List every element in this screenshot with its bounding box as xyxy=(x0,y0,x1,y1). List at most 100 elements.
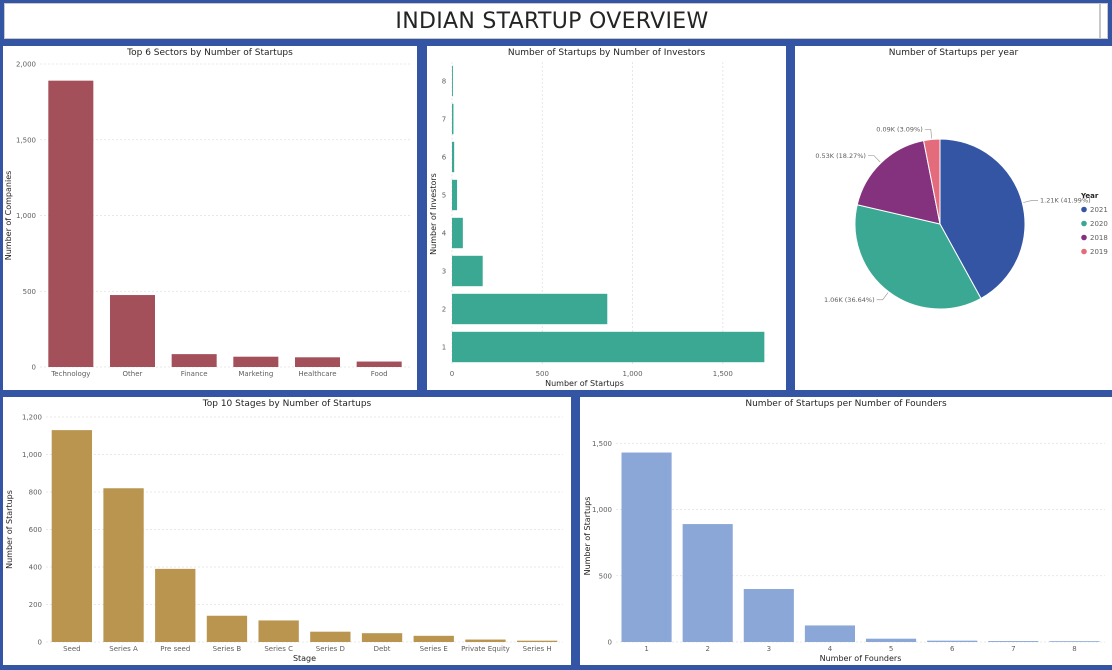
founders-chart-panel[interactable]: Number of Startups per Number of Founder… xyxy=(580,397,1112,665)
legend-entry: 2021 xyxy=(1090,206,1108,214)
y-axis-label: Number of Investors xyxy=(429,173,438,255)
x-tick-label: 1 xyxy=(644,645,648,653)
x-tick-label: Seed xyxy=(63,645,81,653)
dashboard-title-bar: INDIAN STARTUP OVERVIEW xyxy=(4,3,1100,39)
y-axis-label: Number of Companies xyxy=(4,171,13,261)
x-tick-label: Healthcare xyxy=(298,370,336,378)
bar-food xyxy=(356,361,402,367)
bar-debt xyxy=(361,633,403,642)
title-scrollbar[interactable] xyxy=(1100,3,1108,39)
bar-investors-3 xyxy=(452,255,483,287)
y-tick-label: 400 xyxy=(29,564,42,572)
y-tick-label: 1,500 xyxy=(16,136,36,144)
years-chart-panel[interactable]: Number of Startups per year 1.21K (41.99%… xyxy=(795,46,1112,390)
investors-chart: Number of Startups by Number of Investor… xyxy=(429,48,765,388)
x-tick-label: Series A xyxy=(109,645,138,653)
x-tick-label: 2 xyxy=(705,645,709,653)
bar-series-b xyxy=(206,615,248,642)
y-tick-label: 800 xyxy=(29,489,42,497)
y-tick-label: 500 xyxy=(599,572,612,580)
x-tick-label: Pre seed xyxy=(160,645,190,653)
y-tick-label: 7 xyxy=(442,116,446,124)
y-tick-label: 8 xyxy=(442,78,446,86)
x-tick-label: 6 xyxy=(950,645,955,653)
x-tick-label: 8 xyxy=(1072,645,1076,653)
bar-3 xyxy=(743,589,794,642)
x-tick-label: 1,000 xyxy=(623,370,643,378)
legend-title: Year xyxy=(1080,192,1099,200)
bar-series-e xyxy=(413,635,454,642)
bar-technology xyxy=(48,80,94,367)
bar-investors-6 xyxy=(452,141,455,173)
chart-title: Top 10 Stages by Number of Startups xyxy=(202,399,372,409)
sectors-chart: Top 6 Sectors by Number of Startups 0 500 1… xyxy=(4,48,410,378)
bar-investors-8 xyxy=(452,65,453,97)
y-tick-label: 1,000 xyxy=(22,451,42,459)
legend-entry: 2019 xyxy=(1090,248,1108,256)
pie-data-label: 0.09K (3.09%) xyxy=(876,126,923,134)
bar-8 xyxy=(1049,641,1100,642)
bar-private-equity xyxy=(465,639,506,642)
y-tick-label: 1,000 xyxy=(16,212,36,220)
legend-entry: 2018 xyxy=(1090,234,1108,242)
x-tick-label: 7 xyxy=(1011,645,1015,653)
bar-1 xyxy=(621,452,672,642)
pie-leader-line xyxy=(867,155,881,163)
x-tick-label: Food xyxy=(371,370,388,378)
bar-seed xyxy=(51,430,93,642)
dashboard-title: INDIAN STARTUP OVERVIEW xyxy=(395,8,709,34)
y-tick-label: 200 xyxy=(29,601,42,609)
x-tick-label: Finance xyxy=(181,370,208,378)
pie-data-label: 1.06K (36.64%) xyxy=(824,296,875,304)
chart-title: Number of Startups per Number of Founder… xyxy=(745,399,947,409)
x-tick-label: 4 xyxy=(828,645,833,653)
years-chart: Number of Startups per year1.21K (41.99%… xyxy=(815,48,1108,310)
bar-5 xyxy=(866,638,917,642)
legend-marker xyxy=(1081,248,1087,255)
x-tick-label: Series C xyxy=(264,645,293,653)
bar-investors-5 xyxy=(452,179,458,211)
y-tick-label: 1,500 xyxy=(592,440,612,448)
sectors-chart-panel[interactable]: Top 6 Sectors by Number of Startups 0 500 1… xyxy=(3,46,417,390)
x-tick-label: 5 xyxy=(889,645,893,653)
stages-chart: Top 10 Stages by Number of Startups 0 200 4… xyxy=(5,399,563,663)
y-tick-label: 5 xyxy=(442,192,446,200)
stages-chart-panel[interactable]: Top 10 Stages by Number of Startups 0 200 4… xyxy=(3,397,571,665)
y-tick-label: 0 xyxy=(32,364,36,372)
bar-series-a xyxy=(103,488,144,642)
x-tick-label: 500 xyxy=(536,370,549,378)
investors-chart-panel[interactable]: Number of Startups by Number of Investor… xyxy=(427,46,786,390)
x-tick-label: Marketing xyxy=(238,370,273,378)
y-tick-label: 1 xyxy=(442,344,446,352)
pie-leader-line xyxy=(1023,200,1039,203)
y-tick-label: 1,200 xyxy=(22,414,42,422)
legend-marker xyxy=(1081,220,1087,227)
y-tick-label: 2,000 xyxy=(16,61,36,69)
x-axis-label: Number of Founders xyxy=(820,654,902,663)
chart-title: Number of Startups per year xyxy=(889,48,1019,58)
x-axis-label: Number of Startups xyxy=(545,379,624,388)
x-tick-label: Series D xyxy=(316,645,345,653)
x-tick-label: 3 xyxy=(767,645,771,653)
x-tick-label: Series H xyxy=(523,645,552,653)
x-tick-label: Other xyxy=(123,370,143,378)
y-tick-label: 500 xyxy=(23,288,36,296)
y-axis-label: Number of Startups xyxy=(583,497,592,576)
bar-investors-1 xyxy=(452,331,765,363)
legend-marker xyxy=(1081,206,1087,213)
legend-marker xyxy=(1081,234,1087,241)
x-tick-label: 0 xyxy=(450,370,454,378)
bar-investors-2 xyxy=(452,293,608,325)
y-tick-label: 600 xyxy=(29,526,42,534)
bar-series-d xyxy=(310,631,351,642)
bar-7 xyxy=(988,641,1039,642)
bar-investors-4 xyxy=(452,217,463,249)
pie-leader-line xyxy=(924,129,933,139)
y-axis-label: Number of Startups xyxy=(5,490,14,569)
bar-series-h xyxy=(516,640,558,642)
y-tick-label: 0 xyxy=(608,639,612,647)
pie-data-label: 0.53K (18.27%) xyxy=(815,152,866,160)
bar-marketing xyxy=(233,356,279,367)
x-tick-label: Series B xyxy=(213,645,242,653)
bar-investors-7 xyxy=(452,103,454,135)
